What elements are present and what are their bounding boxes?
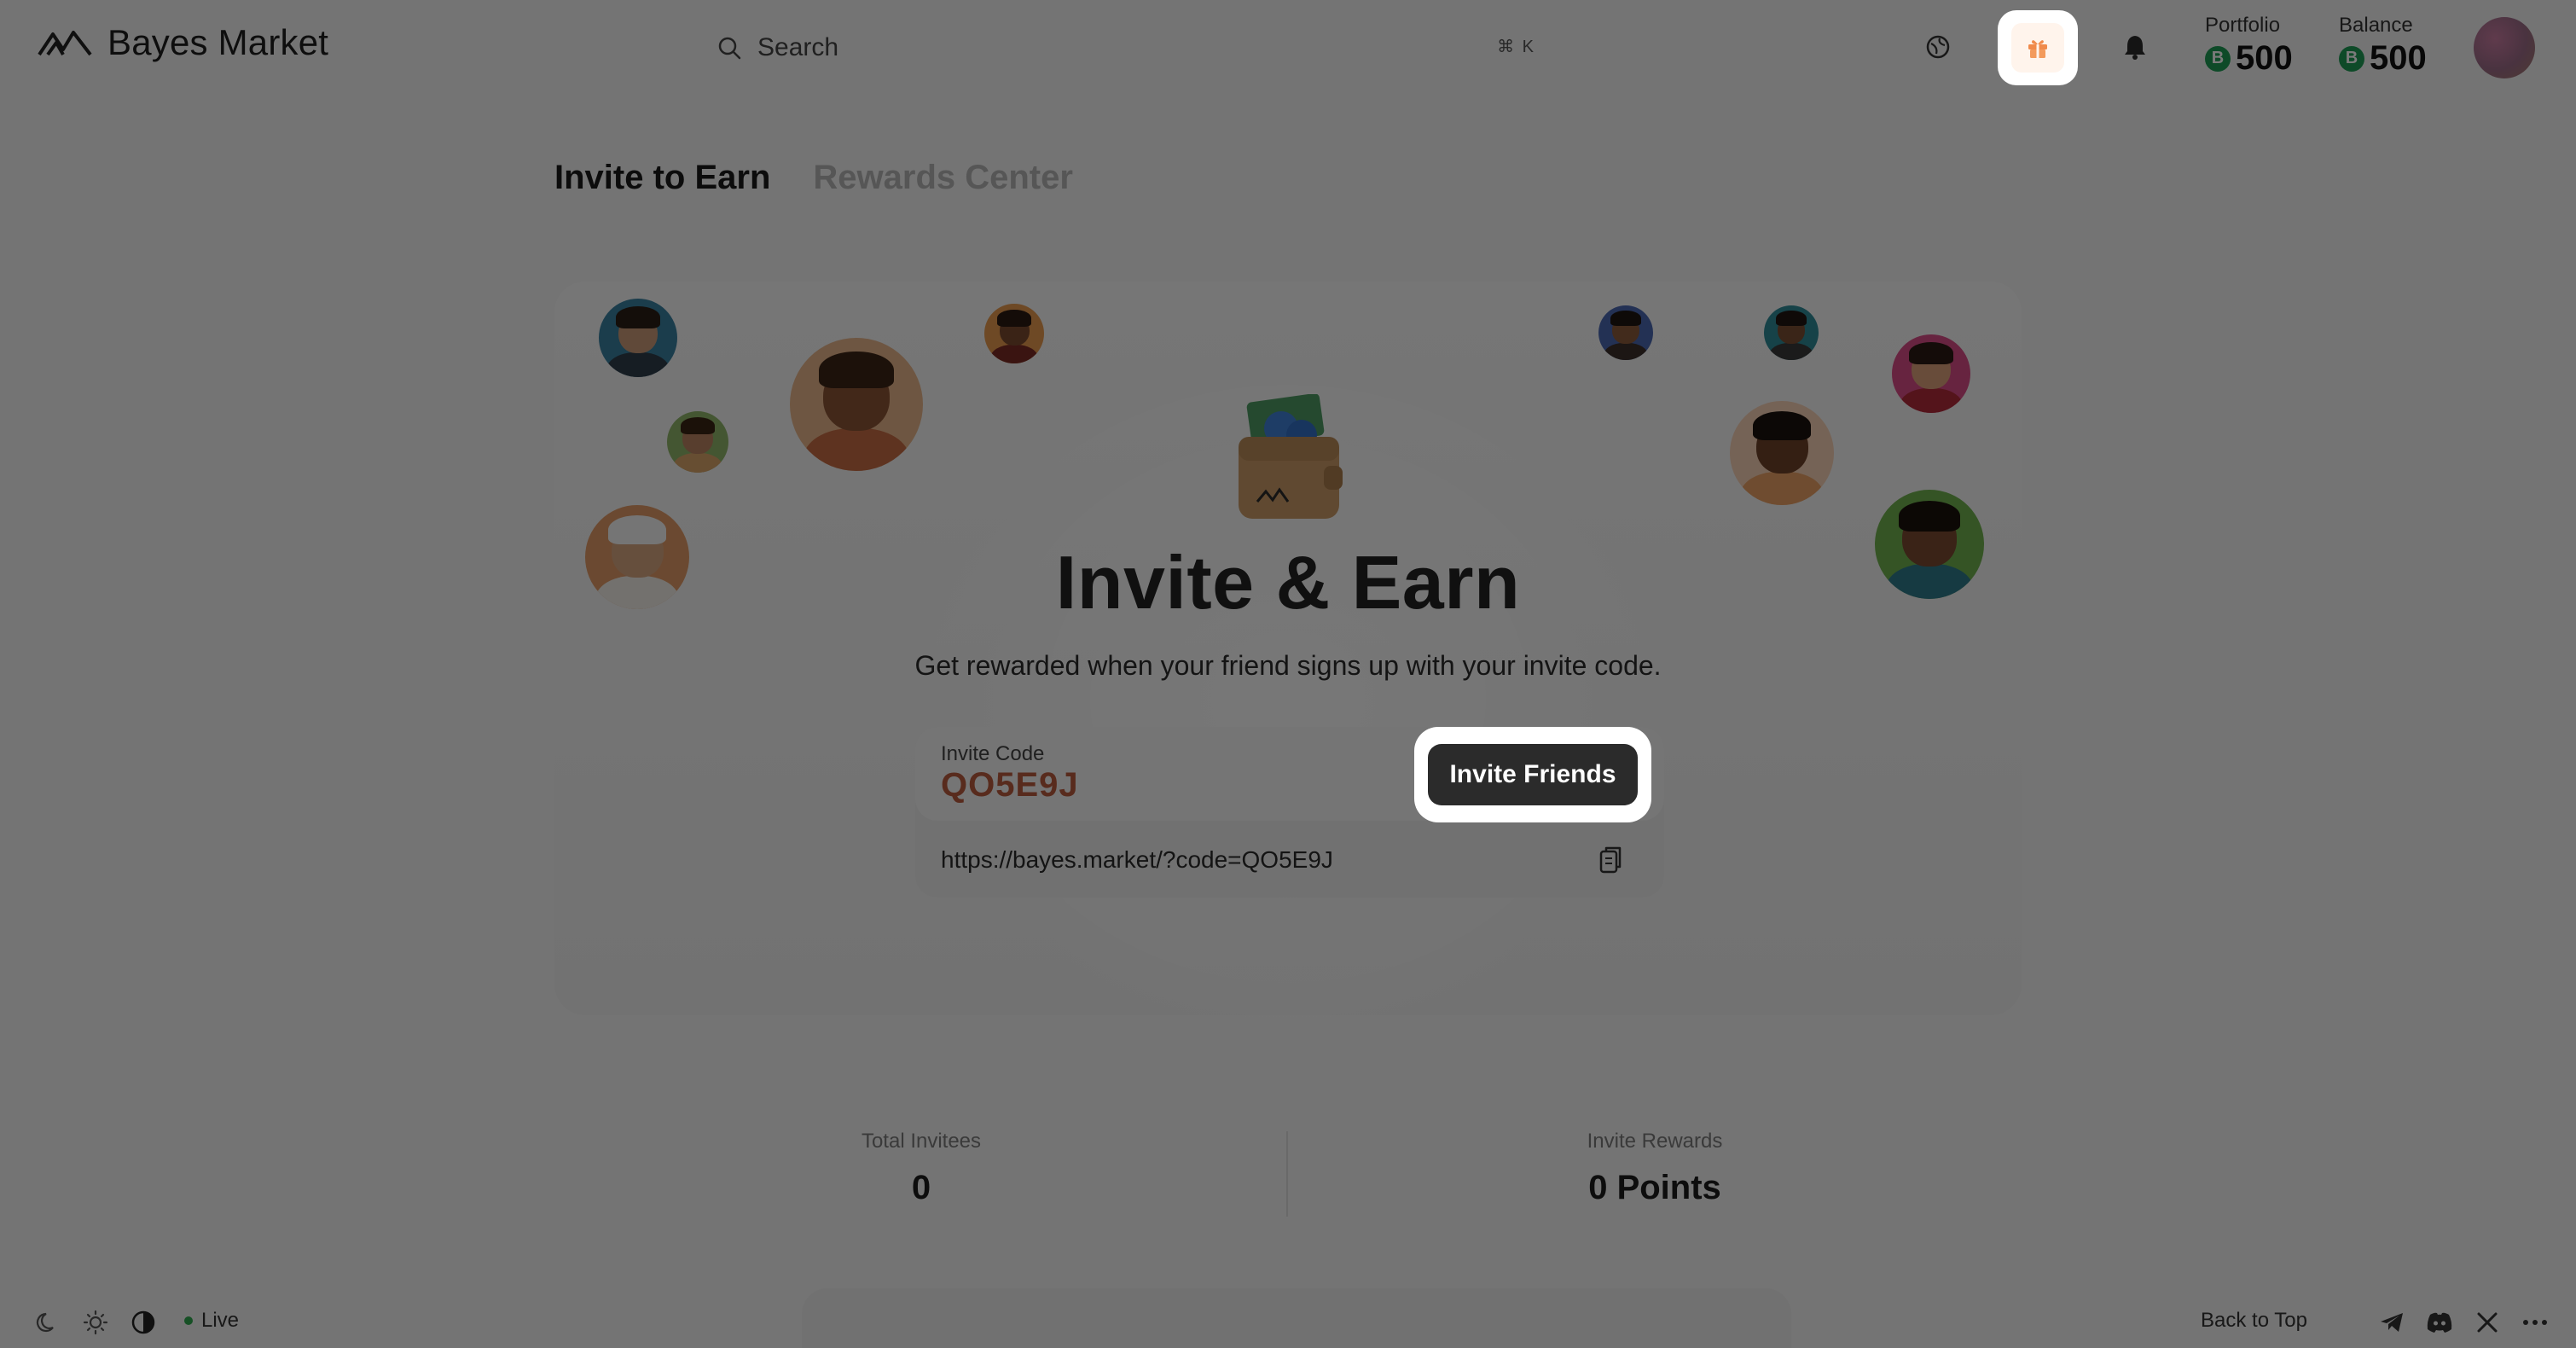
search-input[interactable]: Search ⌘ K [717,26,1535,70]
telegram-icon[interactable] [2378,1309,2405,1336]
gift-button[interactable] [1998,10,2078,85]
search-icon [717,35,742,61]
user-avatar[interactable] [2474,17,2535,78]
portfolio-value: 500 [2236,39,2293,77]
hero-subtitle: Get rewarded when your friend signs up w… [914,650,1662,681]
invite-code-label: Invite Code [941,742,1045,765]
invite-stats-card: Total Invitees 0 Invite Rewards 0 Points [554,1082,2022,1261]
gift-icon [2011,23,2064,73]
sun-icon[interactable] [82,1309,109,1336]
copy-icon[interactable] [1598,845,1647,880]
live-status: Live [184,1309,239,1333]
stats-divider [1286,1131,1288,1217]
tab-invite-to-earn[interactable]: Invite to Earn [554,159,770,197]
invite-friends-button[interactable]: Invite Friends [1428,744,1638,805]
invite-rewards-label: Invite Rewards [1587,1130,1723,1153]
search-placeholder: Search [757,33,839,61]
avatar-illustration [599,299,677,377]
footer-bar: Live Back to Top [0,1297,2576,1348]
live-label: Live [201,1309,240,1332]
invite-friends-highlight: Invite Friends [1414,727,1651,822]
invite-code-value: QO5E9J [941,766,1079,804]
contrast-icon[interactable] [130,1309,157,1336]
total-invitees-stat: Total Invitees 0 [708,1130,1134,1207]
logo-text: Bayes Market [107,22,329,62]
avatar-illustration [1598,305,1653,360]
top-navbar: Bayes Market Search ⌘ K Portfolio B 500 [0,0,2576,94]
avatar-illustration [1764,305,1819,360]
moon-icon[interactable] [34,1309,61,1336]
avatar-illustration [984,304,1044,363]
globe-icon[interactable] [1917,26,1959,68]
portfolio-summary[interactable]: Portfolio B 500 [2205,14,2293,78]
invite-rewards-stat: Invite Rewards 0 Points [1442,1130,1868,1207]
back-to-top-link[interactable]: Back to Top [2201,1309,2307,1333]
wallet-illustration [1235,393,1346,522]
bell-icon[interactable] [2114,26,2156,68]
invite-hero-card [554,282,2022,1049]
hero-title: Invite & Earn [1055,540,1521,625]
balance-value: 500 [2370,39,2427,77]
logo-mountain-icon [38,27,92,58]
tab-rewards-center[interactable]: Rewards Center [813,159,1073,197]
total-invitees-label: Total Invitees [861,1130,982,1153]
coin-icon: B [2205,45,2231,72]
more-icon[interactable] [2521,1309,2549,1336]
logo[interactable]: Bayes Market [38,22,328,63]
coin-icon: B [2339,45,2364,72]
page: Bayes Market Search ⌘ K Portfolio B 500 [0,0,2576,1348]
total-invitees-value: 0 [911,1169,931,1206]
avatar-illustration [667,411,728,473]
x-icon[interactable] [2474,1309,2501,1336]
reward-tabs: Invite to Earn Rewards Center [554,159,1073,197]
avatar-illustration [1730,401,1834,505]
balance-label: Balance [2339,14,2413,37]
avatar-illustration [1892,334,1970,413]
search-shortcut: ⌘ K [1497,38,1535,56]
invite-link-row: https://bayes.market/?code=QO5E9J [941,838,1639,882]
portfolio-label: Portfolio [2205,14,2281,37]
invite-link: https://bayes.market/?code=QO5E9J [941,846,1333,873]
discord-icon[interactable] [2426,1309,2453,1336]
avatar-illustration [790,338,923,471]
balance-summary[interactable]: Balance B 500 [2339,14,2427,78]
live-dot [184,1316,193,1325]
invite-rewards-value: 0 Points [1588,1169,1721,1206]
